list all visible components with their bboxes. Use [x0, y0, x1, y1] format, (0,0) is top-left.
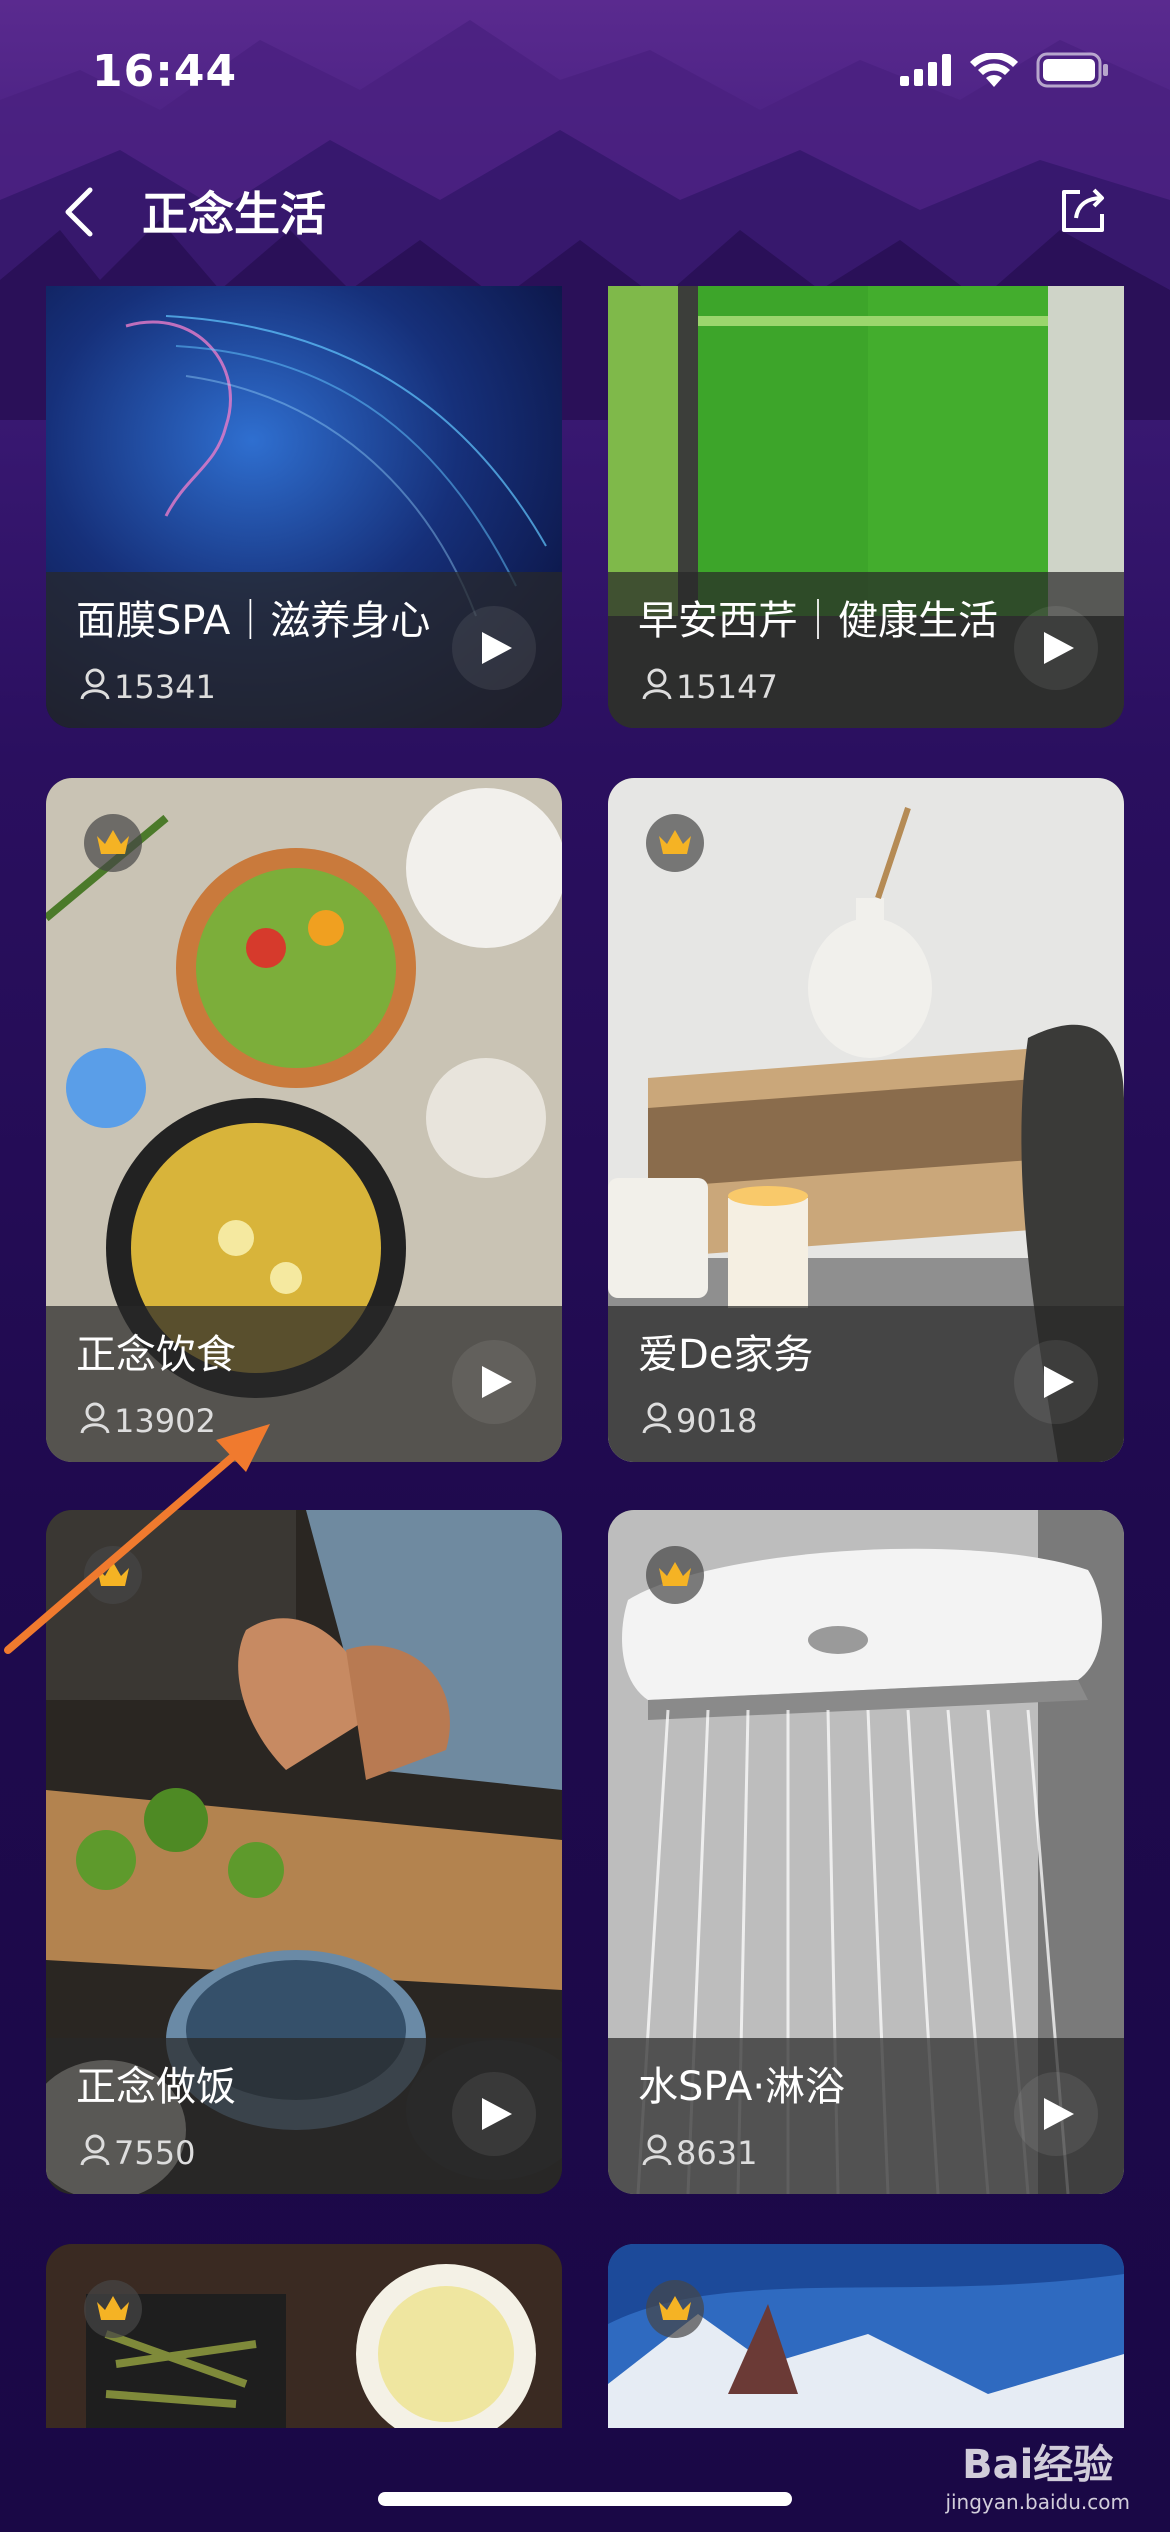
premium-badge [646, 1546, 704, 1604]
card-title: 水SPA·淋浴 [638, 2064, 846, 2110]
card-title: 面膜SPA｜滋养身心 [76, 598, 431, 644]
play-icon [1044, 632, 1074, 664]
play-icon [482, 1366, 512, 1398]
course-card[interactable]: 水SPA·淋浴 8631 [608, 1510, 1124, 2194]
card-title: 正念做饭 [76, 2064, 236, 2110]
card-title: 正念饮食 [76, 1332, 236, 1378]
play-button[interactable] [1014, 606, 1098, 690]
premium-badge [84, 814, 142, 872]
course-card[interactable] [608, 2244, 1124, 2428]
watermark-brand: Bai经验 [962, 2442, 1114, 2488]
crown-icon [659, 830, 691, 854]
play-button[interactable] [1014, 1340, 1098, 1424]
play-icon [1044, 2098, 1074, 2130]
play-button[interactable] [452, 1340, 536, 1424]
user-icon [80, 2134, 110, 2166]
listener-count: 15147 [676, 668, 778, 706]
home-indicator[interactable] [378, 2492, 792, 2506]
watermark: Bai经验 jingyan.baidu.com [945, 2432, 1130, 2514]
user-icon [642, 2134, 672, 2166]
watermark-url: jingyan.baidu.com [945, 2490, 1130, 2514]
user-icon [642, 1402, 672, 1434]
card-title: 爱De家务 [638, 1332, 814, 1378]
user-icon [80, 668, 110, 700]
premium-badge [646, 2280, 704, 2338]
listener-count: 15341 [114, 668, 216, 706]
course-card[interactable]: 早安西芹｜健康生活 15147 [608, 286, 1124, 728]
listener-count: 7550 [114, 2134, 196, 2172]
crown-icon [659, 2296, 691, 2320]
play-button[interactable] [452, 606, 536, 690]
listener-count: 8631 [676, 2134, 758, 2172]
play-icon [1044, 1366, 1074, 1398]
play-icon [482, 2098, 512, 2130]
course-card[interactable]: 面膜SPA｜滋养身心 15341 [46, 286, 562, 728]
course-card[interactable] [46, 2244, 562, 2428]
course-card[interactable]: 爱De家务 9018 [608, 778, 1124, 1462]
course-card[interactable]: 正念饮食 13902 [46, 778, 562, 1462]
card-title: 早安西芹｜健康生活 [638, 598, 998, 644]
play-button[interactable] [1014, 2072, 1098, 2156]
crown-icon [97, 830, 129, 854]
play-icon [482, 632, 512, 664]
user-icon [642, 668, 672, 700]
listener-count: 9018 [676, 1402, 758, 1440]
play-button[interactable] [452, 2072, 536, 2156]
crown-icon [659, 1562, 691, 1586]
crown-icon [97, 2296, 129, 2320]
premium-badge [646, 814, 704, 872]
annotation-arrow [4, 1424, 270, 1654]
course-grid: 面膜SPA｜滋养身心 15341 早安西芹｜健康生活 15147 正念饮食 13… [0, 0, 1170, 2532]
premium-badge [84, 2280, 142, 2338]
